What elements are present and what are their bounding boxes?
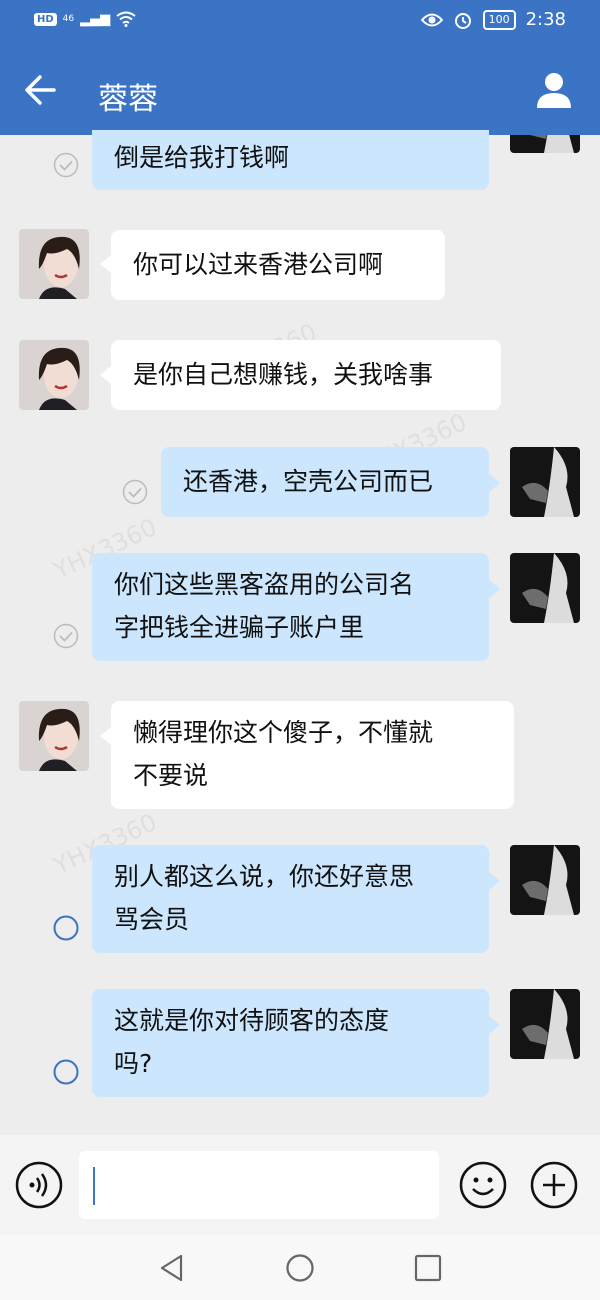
emoji-icon[interactable] (459, 1161, 507, 1209)
message-text-line: 骂会员 (114, 905, 190, 934)
message-text-line: 不要说 (133, 761, 209, 790)
network-label: 46 (62, 14, 75, 24)
read-check-icon (53, 152, 79, 178)
bubble-tail (100, 366, 111, 384)
person-icon[interactable] (534, 70, 574, 110)
self-avatar[interactable] (510, 553, 580, 623)
bubble-tail (489, 872, 500, 890)
message-text-line: 别人都这么说，你还好意思 (114, 862, 415, 891)
message-bubble-outgoing[interactable]: 倒是给我打钱啊 (92, 130, 489, 190)
signal-icon: ▂▄▆ (80, 11, 111, 27)
unread-circle-icon (53, 1059, 79, 1085)
triangle-back-icon[interactable] (157, 1253, 187, 1283)
message-bubble-outgoing[interactable]: 还香港，空壳公司而已 (161, 447, 489, 517)
app-header: HD 46 ▂▄▆ 100 2:38 蓉蓉 (0, 0, 600, 135)
read-check-icon (122, 479, 148, 505)
alarm-icon (454, 12, 471, 29)
bubble-tail (489, 580, 500, 598)
title-bar: 蓉蓉 (0, 54, 600, 130)
message-text: 你可以过来香港公司啊 (133, 250, 384, 279)
square-recent-icon[interactable] (413, 1253, 443, 1283)
contact-avatar[interactable] (19, 701, 89, 771)
self-avatar[interactable] (510, 135, 580, 153)
input-bar (0, 1135, 600, 1235)
message-bubble-incoming[interactable]: 懒得理你这个傻子，不懂就 不要说 (111, 701, 514, 809)
message-bubble-incoming[interactable]: 你可以过来香港公司啊 (111, 230, 445, 300)
chat-title: 蓉蓉 (98, 82, 158, 117)
bubble-tail (489, 474, 500, 492)
message-input[interactable] (79, 1151, 439, 1219)
self-avatar[interactable] (510, 447, 580, 517)
message-text-line: 吗? (114, 1049, 153, 1078)
contact-avatar[interactable] (19, 340, 89, 410)
eye-icon (420, 13, 443, 26)
hd-badge: HD (34, 12, 57, 26)
system-nav-bar (0, 1235, 600, 1300)
bubble-tail (100, 727, 111, 745)
bubble-tail (100, 255, 111, 273)
message-bubble-incoming[interactable]: 是你自己想赚钱，关我啥事 (111, 340, 501, 410)
plus-icon[interactable] (530, 1161, 578, 1209)
status-bar: HD 46 ▂▄▆ 100 2:38 (0, 0, 600, 44)
message-text-line: 这就是你对待顾客的态度 (114, 1006, 390, 1035)
message-text: 是你自己想赚钱，关我啥事 (133, 360, 434, 389)
message-bubble-outgoing[interactable]: 你们这些黑客盗用的公司名 字把钱全进骗子账户里 (92, 553, 489, 661)
message-text-line: 你们这些黑客盗用的公司名 (114, 570, 415, 599)
message-text-line: 字把钱全进骗子账户里 (114, 613, 365, 642)
unread-circle-icon (53, 915, 79, 941)
message-bubble-outgoing[interactable]: 这就是你对待顾客的态度 吗? (92, 989, 489, 1097)
self-avatar[interactable] (510, 989, 580, 1059)
voice-icon[interactable] (15, 1161, 63, 1209)
wifi-icon (116, 11, 136, 27)
text-caret (93, 1167, 95, 1205)
message-text: 还香港，空壳公司而已 (183, 467, 434, 496)
status-time: 2:38 (525, 9, 566, 30)
self-avatar[interactable] (510, 845, 580, 915)
battery-indicator: 100 (482, 9, 516, 30)
contact-avatar[interactable] (19, 229, 89, 299)
arrow-left-icon[interactable] (22, 72, 58, 108)
bubble-tail (489, 1016, 500, 1034)
circle-home-icon[interactable] (285, 1253, 315, 1283)
message-text: 倒是给我打钱啊 (114, 143, 290, 172)
message-bubble-outgoing[interactable]: 别人都这么说，你还好意思 骂会员 (92, 845, 489, 953)
message-text-line: 懒得理你这个傻子，不懂就 (133, 718, 434, 747)
read-check-icon (53, 623, 79, 649)
